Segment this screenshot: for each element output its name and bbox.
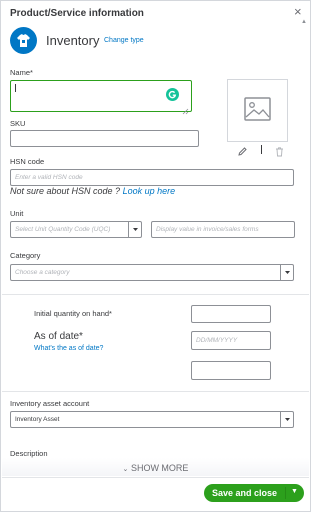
hsn-field[interactable]: Enter a valid HSN code (10, 169, 294, 186)
description-label: Description (10, 449, 48, 458)
as-of-date-label: As of date* (34, 331, 83, 342)
inventory-account-value: Inventory Asset (15, 416, 60, 423)
item-type-name: Inventory (46, 33, 100, 48)
name-label: Name* (10, 68, 33, 77)
unit-select-placeholder: Select Unit Quantity Code (UQC) (15, 226, 111, 233)
inventory-account-select[interactable]: Inventory Asset (10, 411, 294, 428)
section-divider (2, 391, 309, 392)
hsn-lookup-link[interactable]: Look up here (123, 186, 176, 196)
chevron-down-icon (133, 228, 138, 231)
panel-title: Product/Service information (10, 8, 144, 19)
category-dropdown-button[interactable] (280, 265, 294, 280)
category-placeholder: Choose a category (15, 269, 70, 276)
hsn-placeholder: Enter a valid HSN code (15, 174, 83, 181)
unit-display-field[interactable]: Display value in invoice/sales forms (151, 221, 295, 238)
unit-select[interactable]: Select Unit Quantity Code (UQC) (10, 221, 142, 238)
image-upload-area[interactable] (227, 79, 288, 142)
scroll-up-icon[interactable]: ▲ (301, 19, 307, 25)
footer-divider (2, 477, 309, 478)
change-type-link[interactable]: Change type (104, 37, 144, 44)
resize-handle-icon[interactable] (182, 102, 189, 115)
initial-qty-label: Initial quantity on hand* (34, 309, 112, 318)
sku-field[interactable] (10, 130, 199, 147)
save-and-close-button[interactable]: Save and close ▼ (204, 484, 304, 502)
chevron-down-icon (285, 418, 290, 421)
hsn-help: Not sure about HSN code ? Look up here (10, 186, 175, 196)
initial-qty-field[interactable] (191, 305, 271, 323)
inventory-shirt-icon (10, 27, 37, 54)
chevron-down-icon[interactable]: ▼ (291, 488, 298, 495)
inventory-account-dropdown-button[interactable] (280, 412, 294, 427)
close-icon[interactable]: × (294, 5, 302, 18)
save-button-divider (285, 487, 286, 499)
as-of-date-placeholder: DD/MM/YYYY (196, 337, 238, 344)
hsn-help-text: Not sure about HSN code ? (10, 186, 123, 196)
chevron-down-icon: ⌄ (122, 466, 129, 473)
unit-dropdown-button[interactable] (128, 222, 142, 237)
extra-field[interactable] (191, 361, 271, 380)
sku-label: SKU (10, 119, 26, 128)
image-placeholder-icon (244, 97, 271, 121)
unit-display-placeholder: Display value in invoice/sales forms (156, 226, 259, 233)
hsn-label: HSN code (10, 157, 45, 166)
show-more-label: SHOW MORE (130, 463, 189, 473)
category-label: Category (10, 251, 41, 260)
product-service-panel: Product/Service information × ▲ Inventor… (0, 0, 311, 512)
pencil-icon[interactable] (237, 144, 248, 156)
section-divider (2, 294, 309, 295)
name-field[interactable] (10, 80, 192, 112)
save-and-close-label: Save and close (212, 488, 278, 498)
inventory-account-label: Inventory asset account (10, 399, 90, 408)
category-select[interactable]: Choose a category (10, 264, 294, 281)
show-more-button[interactable]: ⌄ SHOW MORE (1, 463, 310, 473)
as-of-date-help-link[interactable]: What's the as of date? (34, 345, 103, 352)
unit-label: Unit (10, 209, 24, 218)
grammarly-icon[interactable] (166, 88, 179, 101)
chevron-down-icon (285, 271, 290, 274)
trash-icon[interactable] (274, 144, 285, 157)
toolbar-divider (261, 145, 262, 154)
as-of-date-field[interactable]: DD/MM/YYYY (191, 331, 271, 350)
text-caret (15, 84, 16, 92)
